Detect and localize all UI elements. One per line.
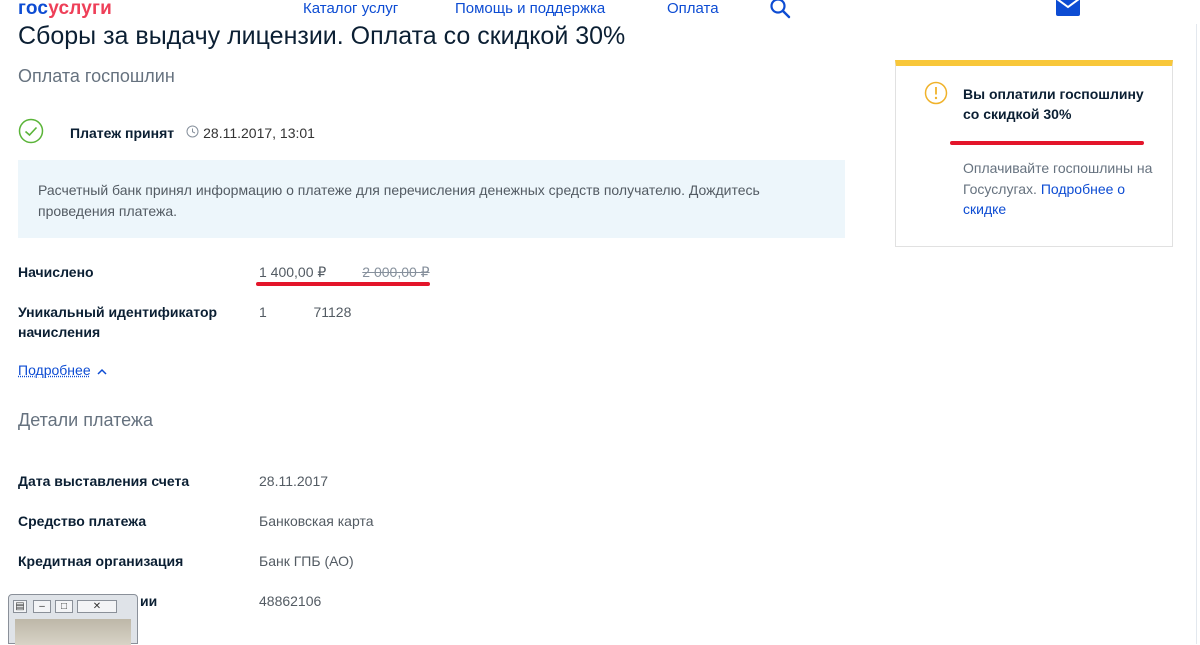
charge-old-amount: 2 000,00 ₽ <box>362 264 430 280</box>
nav-help[interactable]: Помощь и поддержка <box>455 0 605 17</box>
discount-notice-card: Вы оплатили госпошлину со скидкой 30% Оп… <box>895 60 1173 247</box>
clock-icon <box>186 125 199 141</box>
details-row-value: Банк ГПБ (АО) <box>259 553 354 569</box>
details-row-value: Банковская карта <box>259 513 374 529</box>
status-message: Расчетный банк принял информацию о плате… <box>38 182 760 219</box>
status-datetime: 28.11.2017, 13:01 <box>186 125 315 141</box>
logo-part-gos: гос <box>18 0 49 19</box>
chevron-up-icon <box>97 362 107 378</box>
status-datetime-text: 28.11.2017, 13:01 <box>203 125 315 141</box>
thumbnail-titlebar: ▤ – □ ✕ <box>9 595 137 617</box>
uid-value: 1 71128 <box>259 304 352 320</box>
charge-amount: 1 400,00 ₽ <box>259 264 327 280</box>
charge-value: 1 400,00 ₽ 2 000,00 ₽ <box>259 262 430 282</box>
mail-icon[interactable] <box>1056 0 1080 21</box>
page-subtitle: Оплата госпошлин <box>18 66 175 86</box>
check-circle-icon <box>18 118 44 149</box>
details-row-label: ии <box>140 593 158 609</box>
details-title: Детали платежа <box>18 410 153 430</box>
details-row-label: Дата выставления счета <box>18 473 190 489</box>
details-row-label: Средство платежа <box>18 513 147 529</box>
nav-catalog[interactable]: Каталог услуг <box>303 0 398 17</box>
thumbnail-preview <box>15 619 131 645</box>
minimized-window-thumbnail[interactable]: ▤ – □ ✕ <box>8 594 138 645</box>
minimize-icon[interactable]: – <box>33 599 51 613</box>
close-icon[interactable]: ✕ <box>77 599 117 613</box>
top-header: госуслуги Каталог услуг Помощь и поддерж… <box>0 0 1200 24</box>
more-details-label: Подробнее <box>18 362 91 378</box>
nav-payment[interactable]: Оплата <box>667 0 719 17</box>
red-underline-charge <box>256 282 430 286</box>
details-row-value: 28.11.2017 <box>259 473 329 489</box>
status-label: Платеж принят <box>70 125 175 141</box>
search-icon[interactable] <box>769 0 791 24</box>
discount-body: Оплачивайте госпошлины на Госуслугах. По… <box>963 158 1163 220</box>
charge-label: Начислено <box>18 264 94 280</box>
maximize-icon[interactable]: □ <box>55 599 73 613</box>
details-row-value: 48862106 <box>259 593 322 609</box>
uid-label: Уникальный идентификатор начисления <box>18 304 218 340</box>
warning-icon <box>924 81 948 110</box>
page-title: Сборы за выдачу лицензии. Оплата со скид… <box>18 22 626 50</box>
red-underline-discount <box>950 141 1144 145</box>
status-info-box: Расчетный банк принял информацию о плате… <box>18 160 845 238</box>
payment-status: Платеж принят 28.11.2017, 13:01 <box>18 118 315 149</box>
details-row-label: Кредитная организация <box>18 553 184 569</box>
app-icon: ▤ <box>13 599 27 613</box>
gosuslugi-logo[interactable]: госуслуги <box>18 0 112 20</box>
right-divider <box>1196 0 1197 644</box>
logo-part-uslugi: услуги <box>48 0 113 19</box>
more-details-link[interactable]: Подробнее <box>18 362 107 378</box>
discount-heading: Вы оплатили госпошлину со скидкой 30% <box>963 86 1144 122</box>
